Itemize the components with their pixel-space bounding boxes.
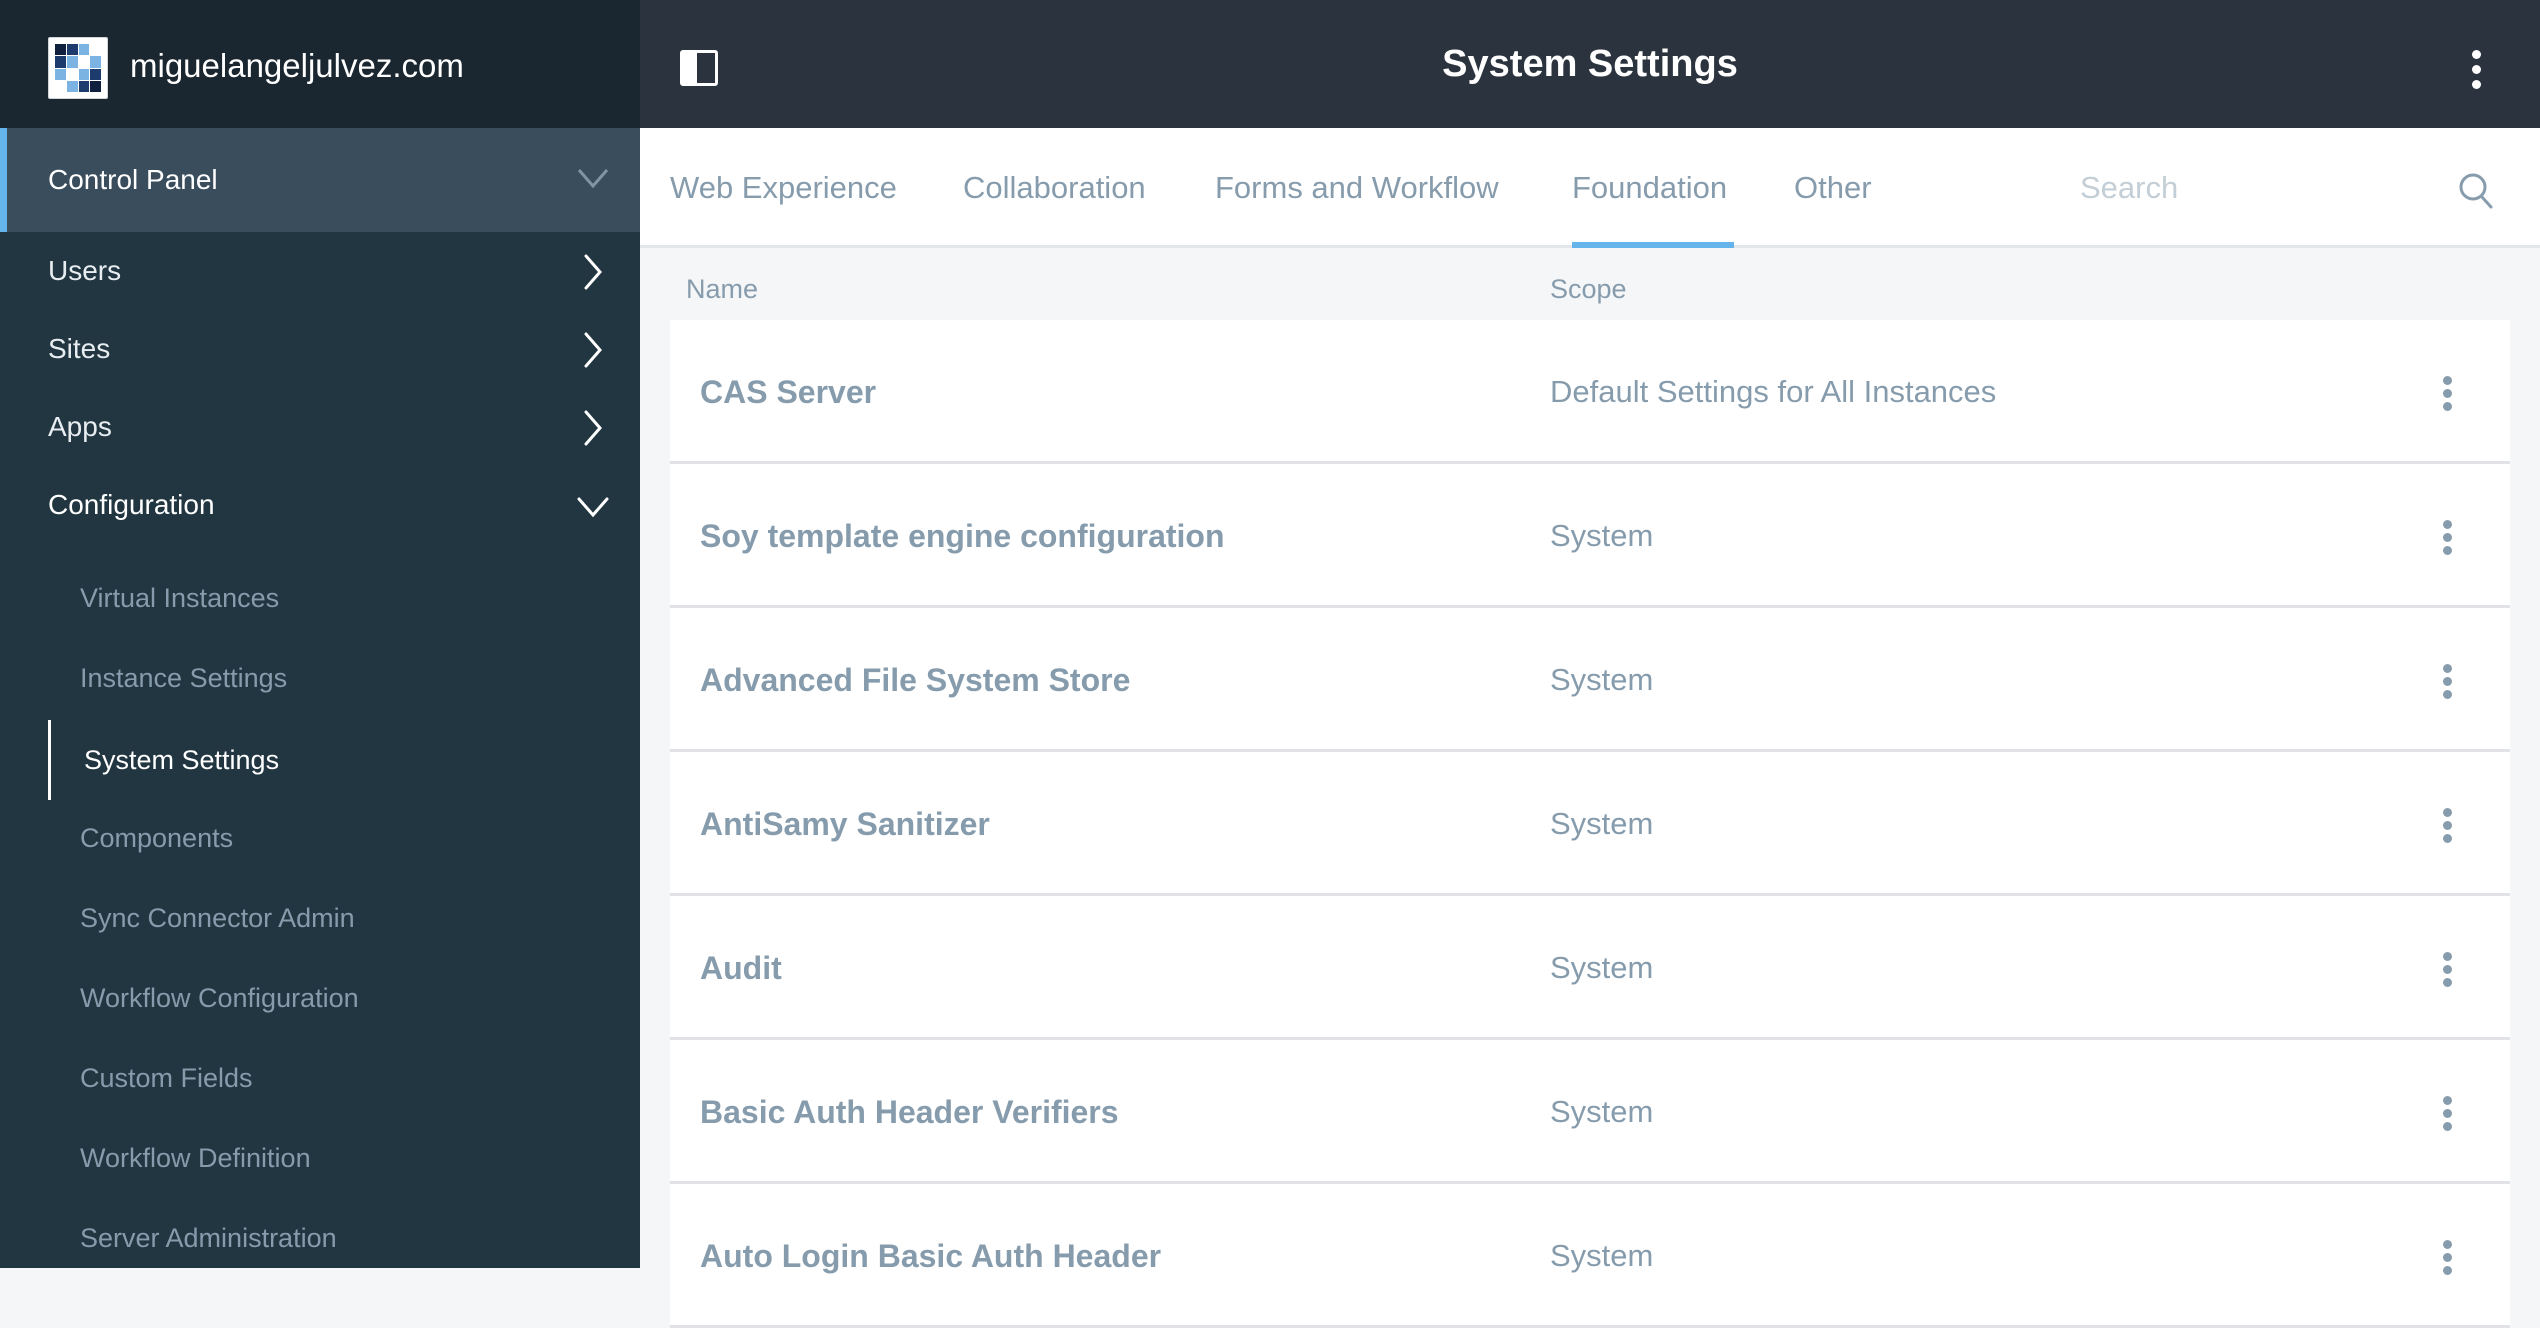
list-item[interactable]: Auto Login Basic Auth Header System [670, 1184, 2510, 1328]
page-title: System Settings [1442, 43, 1738, 85]
chevron-right-icon [584, 410, 602, 446]
column-header-scope: Scope [1550, 274, 1627, 304]
sidebar-subitem-custom-fields[interactable]: Custom Fields [0, 1038, 640, 1118]
item-scope: System [1550, 518, 1654, 553]
tab-other[interactable]: Other [1794, 168, 1872, 208]
kebab-menu-icon[interactable] [2438, 664, 2458, 700]
item-name[interactable]: Soy template engine configuration [700, 516, 1225, 556]
kebab-menu-icon[interactable] [2466, 50, 2486, 90]
sidebar-item-label: Sites [48, 333, 111, 364]
sidebar-item-label: Apps [48, 411, 112, 442]
sidebar-subitem-label: Workflow Definition [80, 1143, 311, 1173]
kebab-menu-icon[interactable] [2438, 1096, 2458, 1132]
sidebar-subitem-virtual-instances[interactable]: Virtual Instances [0, 558, 640, 638]
search-icon[interactable] [2458, 172, 2494, 210]
item-scope: System [1550, 1238, 1654, 1273]
sidebar-subitem-label: Components [80, 823, 234, 853]
site-name[interactable]: miguelangeljulvez.com [130, 44, 464, 88]
column-header-name: Name [686, 274, 759, 304]
list-item[interactable]: Basic Auth Header Verifiers System [670, 1040, 2510, 1184]
active-indicator [0, 128, 7, 232]
sidebar-item-label: Configuration [48, 489, 215, 520]
sidebar: miguelangeljulvez.com Control Panel User… [0, 0, 640, 1268]
tab-foundation[interactable]: Foundation [1572, 168, 1727, 208]
active-tab-indicator [1572, 242, 1734, 248]
chevron-down-icon [577, 169, 609, 189]
sidebar-item-configuration[interactable]: Configuration [0, 467, 640, 545]
sidebar-item-label: Users [48, 255, 122, 286]
active-indicator [48, 720, 51, 800]
item-scope: System [1550, 950, 1654, 985]
search-input[interactable] [2080, 164, 2400, 212]
item-name[interactable]: Basic Auth Header Verifiers [700, 1092, 1119, 1132]
sidebar-subitem-instance-settings[interactable]: Instance Settings [0, 638, 640, 718]
list-item[interactable]: Audit System [670, 896, 2510, 1040]
item-name[interactable]: Auto Login Basic Auth Header [700, 1236, 1161, 1276]
sidebar-subitem-components[interactable]: Components [0, 798, 640, 878]
sidebar-subitem-server-administration[interactable]: Server Administration [0, 1198, 640, 1268]
sidebar-item-sites[interactable]: Sites [0, 311, 640, 389]
item-scope: System [1550, 662, 1654, 697]
list-item[interactable]: AntiSamy Sanitizer System [670, 752, 2510, 896]
tab-collaboration[interactable]: Collaboration [963, 168, 1146, 208]
sidebar-subitem-label: Instance Settings [80, 663, 288, 693]
sidebar-subitem-workflow-definition[interactable]: Workflow Definition [0, 1118, 640, 1198]
sidebar-subitem-label: Workflow Configuration [80, 983, 359, 1013]
kebab-menu-icon[interactable] [2438, 808, 2458, 844]
sidebar-subitem-workflow-configuration[interactable]: Workflow Configuration [0, 958, 640, 1038]
sidebar-item-control-panel[interactable]: Control Panel [0, 128, 640, 232]
kebab-menu-icon[interactable] [2438, 952, 2458, 988]
kebab-menu-icon[interactable] [2438, 1240, 2458, 1276]
sidebar-subitem-label: System Settings [84, 745, 280, 775]
sidebar-header: miguelangeljulvez.com [0, 0, 640, 128]
item-name[interactable]: AntiSamy Sanitizer [700, 804, 990, 844]
sidebar-subitem-label: Custom Fields [80, 1063, 253, 1093]
chevron-right-icon [584, 254, 602, 290]
chevron-down-icon [577, 497, 609, 518]
sidebar-subitem-sync-connector-admin[interactable]: Sync Connector Admin [0, 878, 640, 958]
item-scope: System [1550, 1094, 1654, 1129]
chevron-right-icon [584, 332, 602, 368]
sidebar-subitem-label: Server Administration [80, 1223, 337, 1253]
top-bar: System Settings [640, 0, 2540, 128]
settings-list: CAS Server Default Settings for All Inst… [670, 320, 2510, 1328]
kebab-menu-icon[interactable] [2438, 376, 2458, 412]
category-tabs: Web Experience Collaboration Forms and W… [640, 128, 2540, 248]
item-name[interactable]: CAS Server [700, 372, 876, 412]
tab-web-experience[interactable]: Web Experience [670, 168, 897, 208]
kebab-menu-icon[interactable] [2438, 520, 2458, 556]
control-panel-label: Control Panel [48, 164, 218, 195]
sidebar-item-apps[interactable]: Apps [0, 389, 640, 467]
list-item[interactable]: Advanced File System Store System [670, 608, 2510, 752]
list-item[interactable]: Soy template engine configuration System [670, 464, 2510, 608]
sidebar-item-users[interactable]: Users [0, 233, 640, 311]
sidebar-subitem-label: Sync Connector Admin [80, 903, 355, 933]
tab-forms-and-workflow[interactable]: Forms and Workflow [1215, 168, 1499, 208]
item-scope: System [1550, 806, 1654, 841]
item-name[interactable]: Advanced File System Store [700, 660, 1130, 700]
list-item[interactable]: CAS Server Default Settings for All Inst… [670, 320, 2510, 464]
site-logo[interactable] [48, 37, 108, 99]
sidebar-subitem-system-settings[interactable]: System Settings [0, 720, 640, 800]
list-header: Name Scope [640, 251, 2540, 320]
sidebar-subitem-label: Virtual Instances [80, 583, 280, 613]
item-scope: Default Settings for All Instances [1550, 374, 1997, 409]
item-name[interactable]: Audit [700, 948, 782, 988]
